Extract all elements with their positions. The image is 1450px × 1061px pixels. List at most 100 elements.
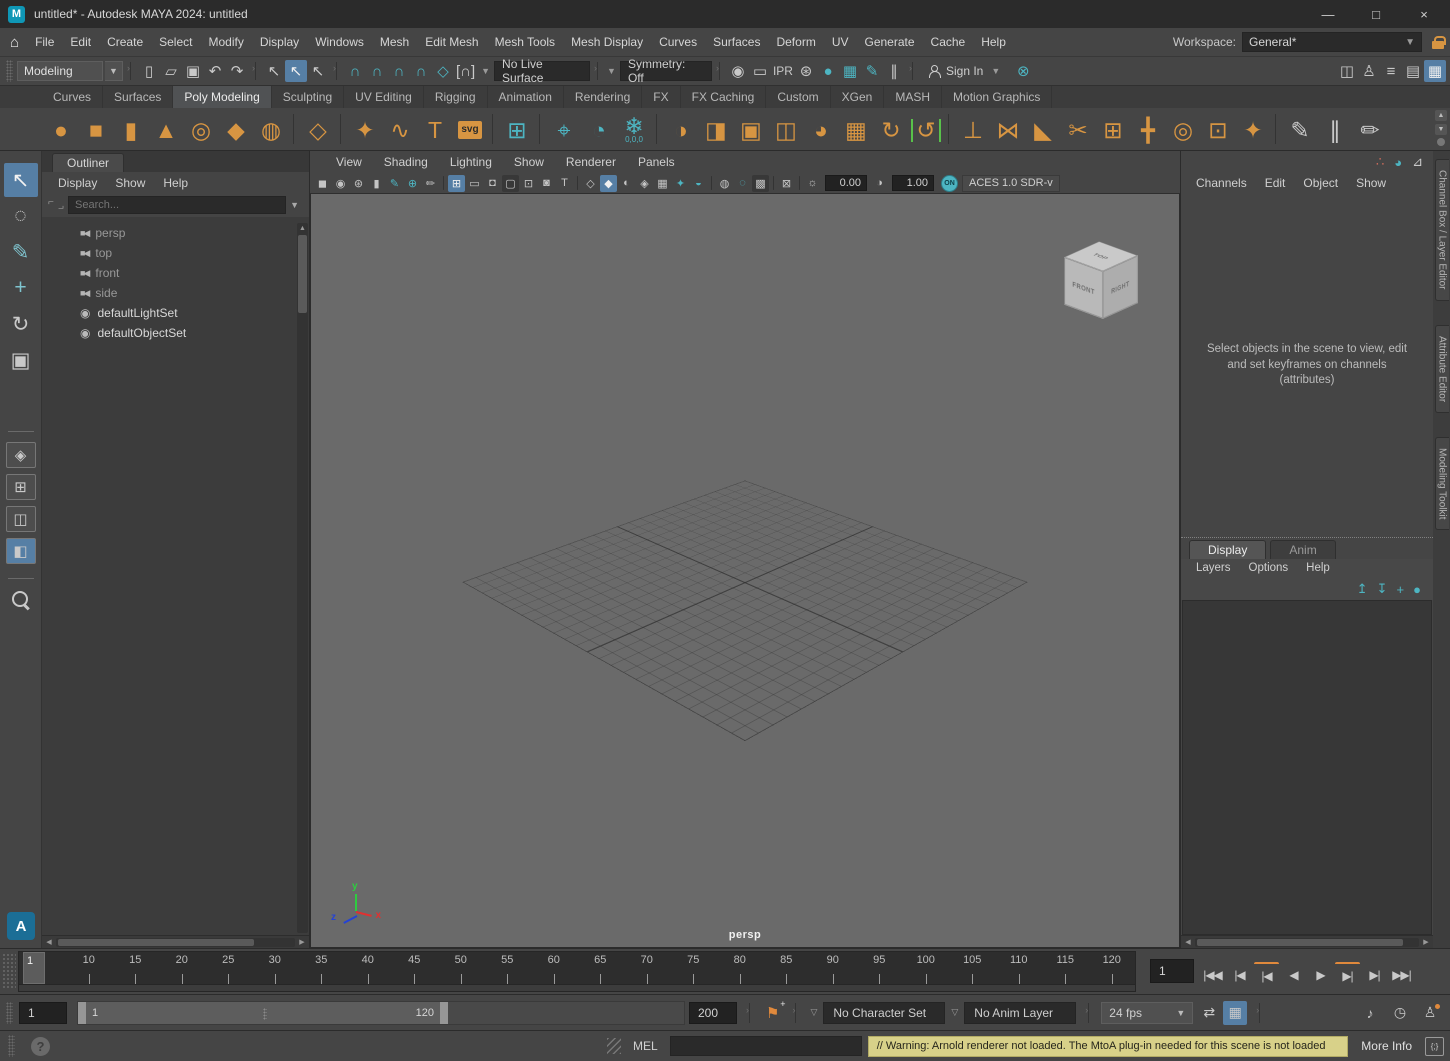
wireframe-icon[interactable]: ◇ bbox=[582, 175, 599, 192]
connect-icon[interactable]: ╋ bbox=[1131, 111, 1165, 147]
outliner-item-camera[interactable]: ■◀ side bbox=[42, 283, 309, 303]
exposure-icon[interactable]: ☼ bbox=[804, 175, 821, 192]
script-editor-icon[interactable]: {;} bbox=[1425, 1037, 1444, 1056]
time-settings-icon[interactable]: ◷ bbox=[1388, 1001, 1412, 1025]
select-hierarchy-mode-icon[interactable]: ↖ bbox=[307, 60, 329, 82]
smooth-mesh-icon[interactable]: ✦ bbox=[1236, 111, 1270, 147]
use-all-lights-icon[interactable]: ✦ bbox=[672, 175, 689, 192]
freeze-transformations-icon[interactable]: ❄0,0,0 bbox=[617, 111, 651, 147]
outliner-menu-item[interactable]: Help bbox=[155, 176, 196, 190]
playback-range-bar[interactable]: 1 120 bbox=[78, 1002, 448, 1024]
outliner-horizontal-scrollbar[interactable]: ◀ ▶ bbox=[42, 935, 309, 948]
shelf-tab[interactable]: FX Caching bbox=[681, 86, 767, 108]
delete-history-icon[interactable]: ◔ bbox=[582, 111, 616, 147]
channel-box-menu-item[interactable]: Channels bbox=[1187, 173, 1256, 194]
separator[interactable] bbox=[656, 114, 659, 144]
menubar-item[interactable]: Mesh bbox=[372, 28, 417, 56]
shelf-tab[interactable]: Sculpting bbox=[272, 86, 344, 108]
super-shape-icon[interactable]: ✦ bbox=[348, 111, 382, 147]
resolution-gate-icon[interactable]: ◘ bbox=[484, 175, 501, 192]
screen-space-ao-icon[interactable]: ◍ bbox=[716, 175, 733, 192]
menubar-item[interactable]: Create bbox=[99, 28, 151, 56]
menubar-item[interactable]: Deform bbox=[768, 28, 823, 56]
object-details-icon[interactable]: ◫ bbox=[1336, 60, 1358, 82]
separator[interactable] bbox=[539, 114, 542, 144]
layout-single-pane-button[interactable]: ◈ bbox=[6, 442, 36, 468]
toolbar-grip[interactable] bbox=[6, 60, 13, 82]
zoom-layout-icon[interactable] bbox=[12, 591, 30, 609]
go-to-end-button[interactable]: ▶▶| bbox=[1389, 962, 1414, 988]
create-bookmark-icon[interactable]: ⚑ bbox=[762, 1004, 783, 1022]
ipr-render-icon[interactable]: IPR bbox=[771, 60, 795, 82]
select-camera-icon[interactable]: ◼ bbox=[314, 175, 331, 192]
poly-torus-icon[interactable]: ◎ bbox=[184, 111, 218, 147]
shelf-tab[interactable]: Rigging bbox=[424, 86, 488, 108]
layer-list-area[interactable] bbox=[1182, 600, 1432, 935]
menubar-item[interactable]: Curves bbox=[651, 28, 705, 56]
shelf-tab[interactable]: Curves bbox=[42, 86, 103, 108]
animation-start-field[interactable]: 1 bbox=[19, 1002, 67, 1024]
poly-disc-icon[interactable]: ◍ bbox=[254, 111, 288, 147]
layout-two-pane-button[interactable]: ◫ bbox=[6, 506, 36, 532]
textured-icon[interactable]: ◐ bbox=[618, 175, 635, 192]
help-line-grip[interactable] bbox=[8, 1035, 15, 1057]
snap-to-grid-icon[interactable]: ∩ bbox=[344, 60, 366, 82]
scroll-right-icon[interactable]: ▶ bbox=[295, 938, 309, 946]
hypershade-icon[interactable]: ● bbox=[817, 60, 839, 82]
timeline-playhead[interactable]: 1 bbox=[23, 952, 45, 984]
shelf-tab[interactable]: Surfaces bbox=[103, 86, 173, 108]
motion-blur-icon[interactable]: ◌ bbox=[734, 175, 751, 192]
platonic-solid-icon[interactable]: ◇ bbox=[301, 111, 335, 147]
anim-layer-select[interactable]: No Anim Layer bbox=[964, 1002, 1076, 1024]
menubar-item[interactable]: Mesh Display bbox=[563, 28, 651, 56]
home-icon[interactable]: ⌂ bbox=[6, 34, 27, 51]
lasso-select-tool[interactable]: ◌ bbox=[4, 199, 38, 233]
shelf-tab[interactable]: MASH bbox=[884, 86, 942, 108]
create-layer-from-selected-button[interactable]: ● bbox=[1413, 582, 1421, 597]
separator[interactable] bbox=[577, 176, 578, 190]
render-current-frame-icon[interactable]: ▭ bbox=[749, 60, 771, 82]
viewport-menu-item[interactable]: Renderer bbox=[556, 155, 626, 169]
viewport-menu-item[interactable]: Show bbox=[504, 155, 554, 169]
color-management-on-badge[interactable]: ON bbox=[941, 175, 958, 192]
auto-keyframe-icon[interactable]: ♙ bbox=[1418, 1001, 1442, 1025]
layout-outliner-persp-button[interactable]: ◧ bbox=[6, 538, 36, 564]
gamma-field[interactable]: 1.00 bbox=[892, 175, 934, 191]
attribute-editor-toggle-icon[interactable]: ▤ bbox=[1402, 60, 1424, 82]
minimize-button[interactable]: — bbox=[1318, 7, 1338, 22]
viewport-menu-item[interactable]: Panels bbox=[628, 155, 685, 169]
sidebar-vertical-tab[interactable]: Modeling Toolkit bbox=[1435, 437, 1449, 531]
menubar-item[interactable]: Cache bbox=[923, 28, 974, 56]
anti-aliasing-icon[interactable]: ▩ bbox=[752, 175, 769, 192]
open-scene-icon[interactable]: ▱ bbox=[160, 60, 182, 82]
construction-pin-icon[interactable]: ⌖ bbox=[547, 111, 581, 147]
sidebar-vertical-tab[interactable]: Attribute Editor bbox=[1435, 325, 1449, 413]
outliner-item-set[interactable]: ◉ defaultObjectSet bbox=[42, 323, 309, 343]
mel-label[interactable]: MEL bbox=[627, 1039, 664, 1053]
layer-editor-menu-item[interactable]: Layers bbox=[1187, 559, 1240, 578]
bridge-icon[interactable]: ⋈ bbox=[991, 111, 1025, 147]
loop-playback-icon[interactable]: ⇄ bbox=[1197, 1001, 1221, 1025]
wireframe-on-shaded-icon[interactable]: ▦ bbox=[654, 175, 671, 192]
poly-cylinder-icon[interactable]: ▮ bbox=[114, 111, 148, 147]
scroll-left-icon[interactable]: ◀ bbox=[42, 938, 56, 946]
isolate-select-icon[interactable]: ⊠ bbox=[778, 175, 795, 192]
camera-attributes-icon[interactable]: ⊛ bbox=[350, 175, 367, 192]
rotate-tool[interactable]: ↻ bbox=[4, 307, 38, 341]
menubar-item[interactable]: Windows bbox=[307, 28, 372, 56]
play-backwards-button[interactable]: ◀ bbox=[1281, 962, 1306, 988]
layer-editor-tab[interactable]: Anim bbox=[1270, 540, 1335, 559]
safe-title-icon[interactable]: T bbox=[556, 175, 573, 192]
sync-status-icon[interactable]: ⊗ bbox=[1012, 60, 1034, 82]
close-button[interactable]: × bbox=[1414, 7, 1434, 22]
symmetry-caret[interactable]: ▼ bbox=[605, 66, 618, 76]
crease-tool-icon[interactable]: ✎ bbox=[1283, 111, 1317, 147]
shadows-icon[interactable]: ◒ bbox=[690, 175, 707, 192]
workspace-select[interactable]: General*▼ bbox=[1242, 32, 1422, 52]
channel-box-toggle-icon[interactable]: ▦ bbox=[1424, 60, 1446, 82]
field-chart-icon[interactable]: ⊡ bbox=[520, 175, 537, 192]
snap-options-caret[interactable]: ▼ bbox=[479, 66, 492, 76]
character-set-select[interactable]: No Character Set bbox=[823, 1002, 945, 1024]
polygon-type-icon[interactable]: T bbox=[418, 111, 452, 147]
combine-icon[interactable]: ◑ bbox=[664, 111, 698, 147]
